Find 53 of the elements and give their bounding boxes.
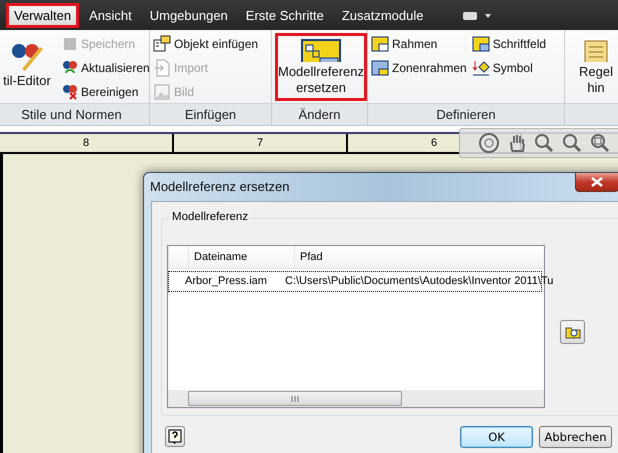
table-cell-text: C:\Users\Public\Documents\Autodesk\Inventor 2011\Tu [284,274,554,289]
replace-reference-icon [301,39,341,62]
column-header[interactable]: Dateiname [188,246,294,268]
ribbon-tab[interactable]: Ansicht [81,3,140,28]
dropdown-arrow-icon[interactable] [463,11,494,21]
help-icon [168,428,182,444]
column-header[interactable]: Pfad [294,246,558,268]
browse-button[interactable] [560,320,585,344]
ribbon-tab[interactable]: Umgebungen [142,3,236,28]
ruler-label: 7 [256,137,264,149]
refresh-icon [62,60,78,76]
ribbon-button[interactable]: Modellreferenz ersetzen [275,33,367,101]
ok-button[interactable]: OK [460,426,533,448]
delete-icon [62,84,78,100]
folder-search-icon [564,325,580,339]
ribbon-button[interactable]: Schriftfeld [472,33,546,55]
ribbon-tab[interactable]: Verwalten [6,3,80,28]
pan-hand-icon[interactable] [508,133,526,153]
group-title: Stile und Normen [0,103,149,125]
ribbon-tab[interactable]: Zusatzmodule [334,3,432,28]
ribbon-button[interactable]: Regel hin [568,33,618,101]
horizontal-scrollbar[interactable] [168,390,544,407]
ribbon-button[interactable]: Zonenrahmen [371,57,467,79]
ribbon-button[interactable]: Symbol [472,57,546,79]
ruler-label: 8 [82,137,90,149]
ruler-label: 6 [430,137,438,149]
cancel-button[interactable]: Abbrechen [539,426,612,448]
title-block-icon [472,36,490,52]
group-title: Definieren [368,103,564,125]
group-title: Einfügen [150,103,271,125]
close-button[interactable] [575,173,618,192]
ribbon-tab[interactable]: Erste Schritte [238,3,332,28]
zone-frame-icon [371,60,389,76]
dialog-title: Modellreferenz ersetzen [150,178,290,196]
zoom-icon[interactable] [534,133,554,153]
ribbon-button[interactable]: til-Editor [0,33,57,101]
close-icon [591,177,603,187]
zoom-window-icon[interactable] [590,133,610,153]
ribbon-button[interactable]: Rahmen [371,33,467,55]
ribbon-button[interactable]: Objekt einfügen [153,33,258,55]
group-label: Modellreferenz [170,211,250,223]
ribbon-button[interactable]: Aktualisieren [62,57,150,79]
image-icon [153,83,171,101]
table-cell-text: Arbor_Press.iam [184,274,268,289]
grip-icon[interactable] [291,396,299,402]
symbol-icon [472,60,490,76]
ribbon-button[interactable]: Bereinigen [62,81,150,103]
frame-icon [371,36,389,52]
import-icon [153,59,171,77]
zoom-all-icon[interactable] [562,133,582,153]
insert-object-icon [153,35,171,53]
group-title: Ändern [272,103,367,125]
help-button[interactable] [165,426,185,447]
